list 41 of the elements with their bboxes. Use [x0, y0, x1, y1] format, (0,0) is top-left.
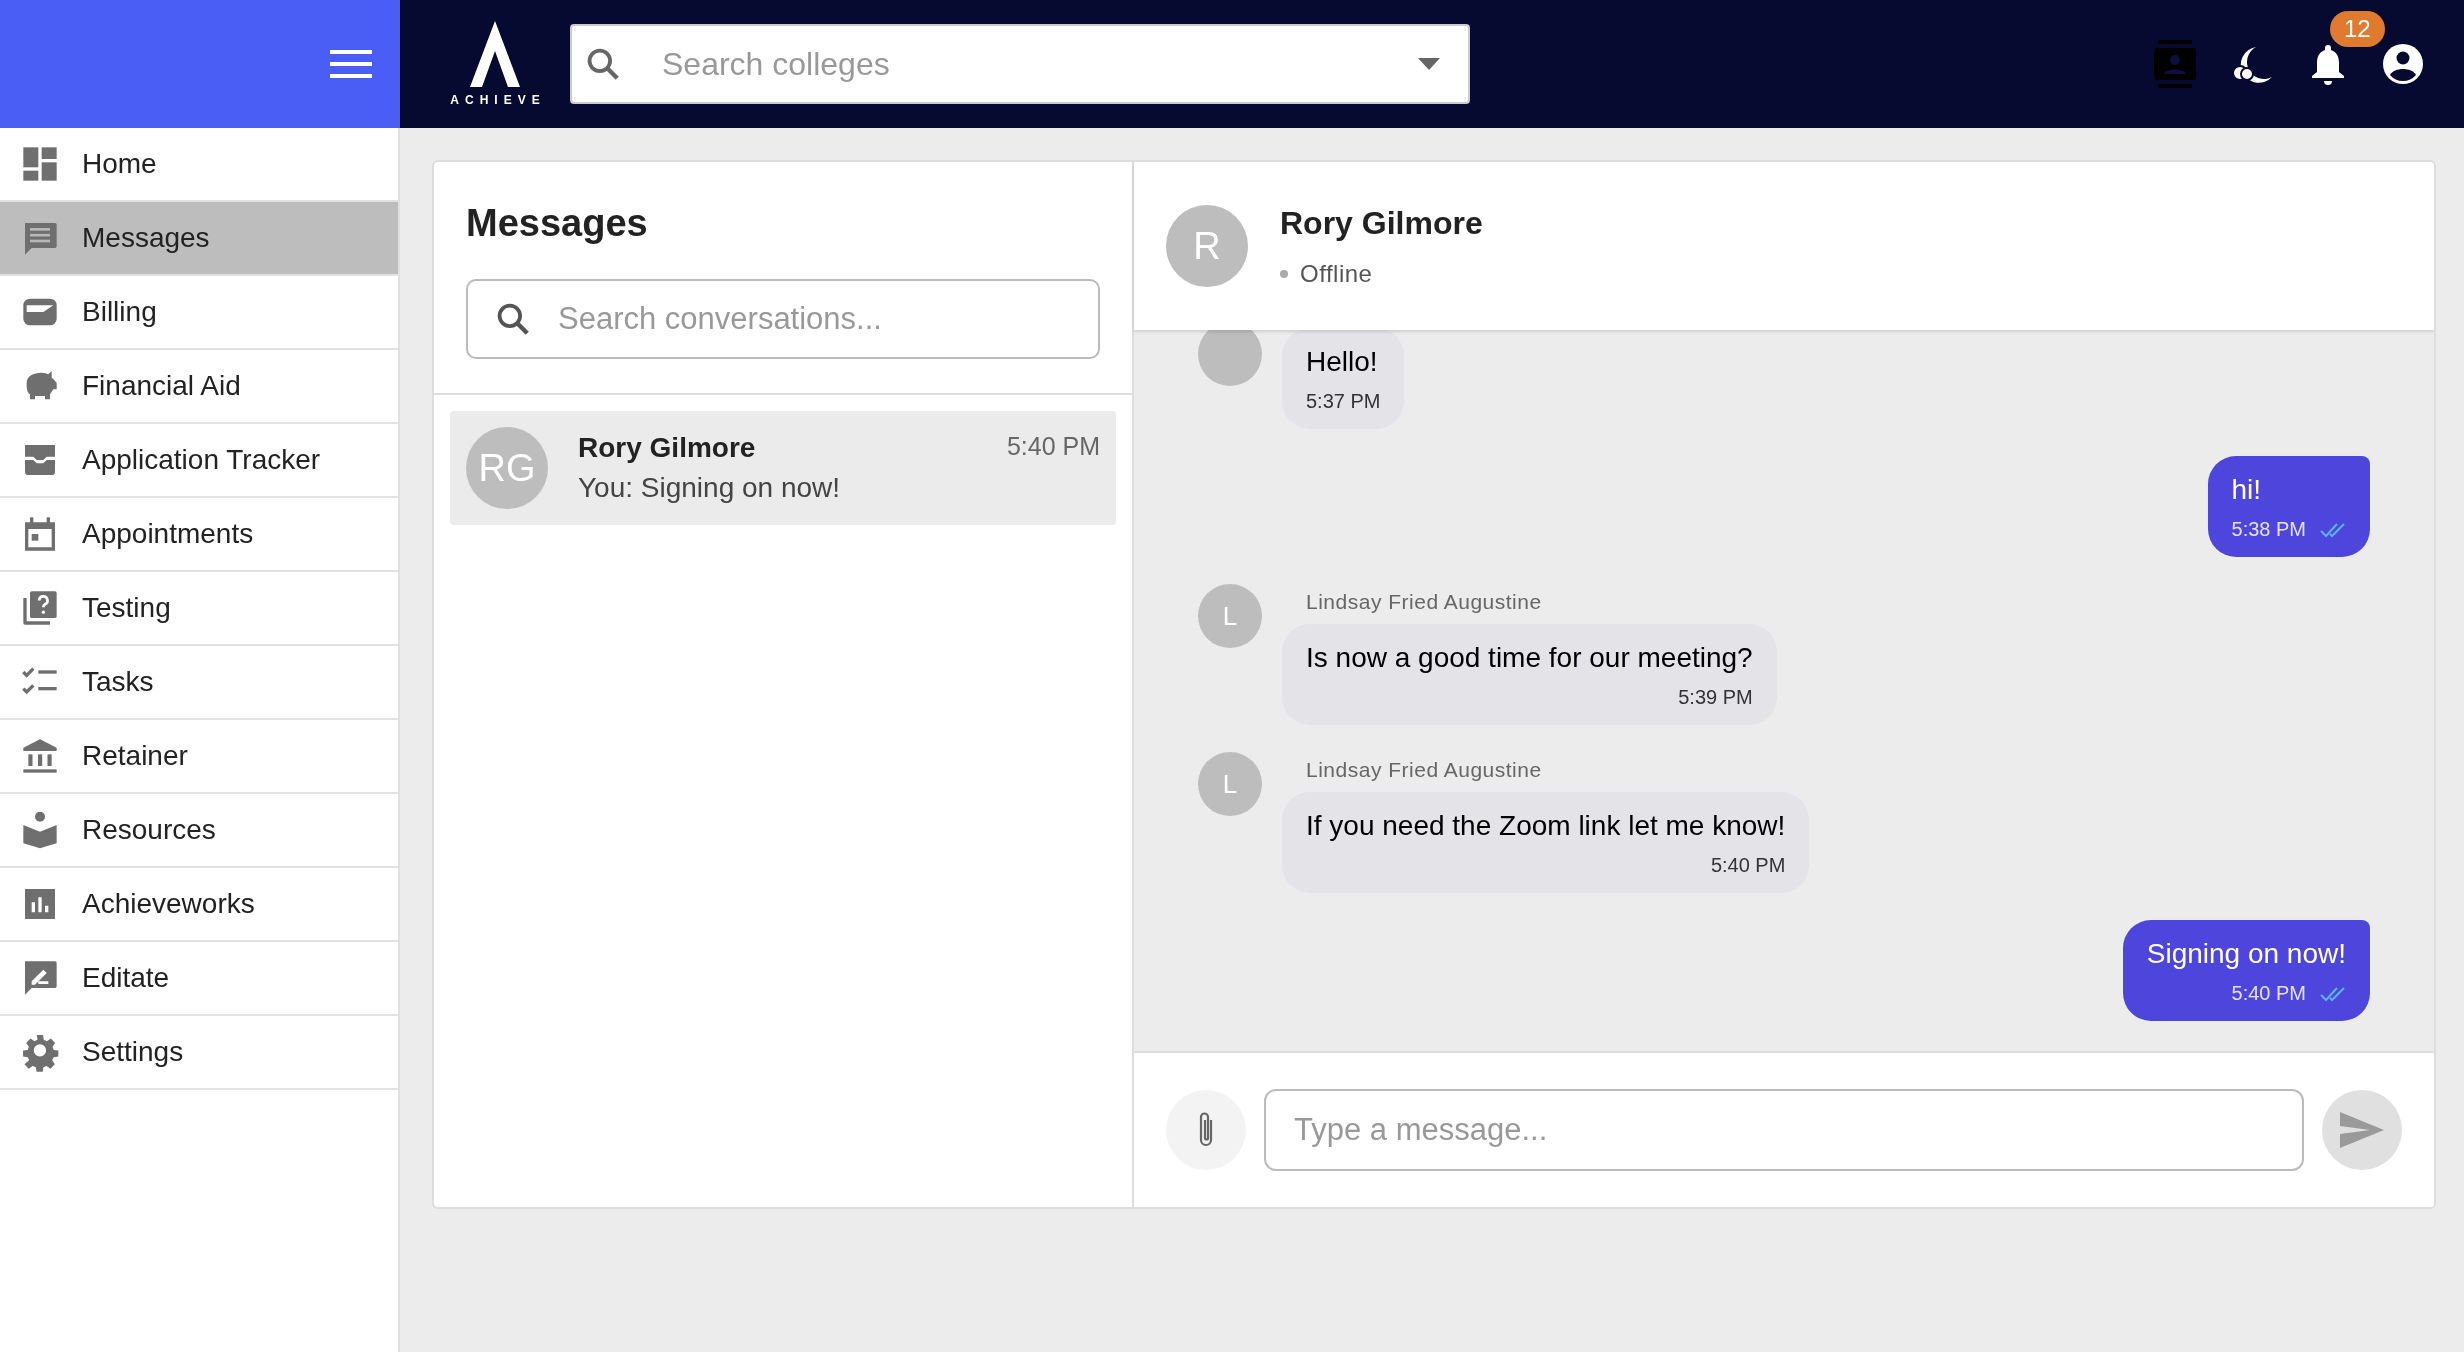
message-text: Hello! — [1306, 346, 1379, 378]
dropdown-caret-icon — [1418, 58, 1440, 70]
message-preview: You: Signing on now! — [578, 472, 842, 504]
send-icon — [2340, 1112, 2384, 1148]
message-text: Is now a good time for our meeting? — [1306, 642, 1753, 674]
menu-icon — [330, 49, 372, 79]
reader-icon — [20, 810, 60, 850]
message-input[interactable]: Type a message... — [1264, 1089, 2304, 1171]
message-time: 5:40 PM — [1710, 854, 1786, 877]
message-time: 5:37 PM — [1306, 390, 1381, 413]
panel-title: Messages — [466, 202, 649, 245]
avatar: RG — [466, 427, 548, 509]
contact-name: Rory Gilmore — [1280, 204, 1483, 242]
gear-icon — [20, 1032, 60, 1072]
conversation-search-field[interactable]: Search conversations... — [466, 279, 1100, 359]
status-dot-icon — [1280, 269, 1288, 278]
notification-count: 12 — [2330, 11, 2385, 47]
quiz-icon — [20, 588, 60, 628]
avatar — [1198, 330, 1262, 386]
sender-name: Lindsay Fried Augustine — [1305, 590, 1543, 614]
message-text: Signing on now! — [2146, 938, 2346, 970]
account-icon[interactable] — [2382, 43, 2424, 85]
logo-icon — [470, 21, 520, 87]
message-time: 5:38 PM — [2231, 518, 2306, 541]
notification-bell-icon[interactable] — [2310, 43, 2346, 85]
message-text: hi! — [2231, 474, 2262, 506]
contact-name: Rory Gilmore — [578, 432, 756, 464]
avatar: L — [1198, 752, 1262, 816]
avatar: R — [1166, 205, 1248, 287]
avatar: L — [1198, 584, 1262, 648]
message-time: 5:39 PM — [1678, 686, 1753, 709]
message-text: If you need the Zoom link let me know! — [1306, 810, 1786, 842]
logo-text: ACHIEVE — [449, 93, 546, 107]
college-search-field[interactable]: Search colleges — [570, 24, 1470, 104]
message-time: 5:40 PM — [2231, 982, 2306, 1005]
conversation-item[interactable]: RG Rory Gilmore 5:40 PM You: Signing on now! — [450, 411, 1116, 525]
status-text: Offline — [1300, 259, 1373, 288]
sidebar-item[interactable]: Messages — [0, 202, 398, 276]
dashboard-icon — [20, 144, 60, 184]
sender-name: Lindsay Fried Augustine — [1305, 758, 1543, 782]
message-time: 5:40 PM — [1006, 432, 1100, 462]
